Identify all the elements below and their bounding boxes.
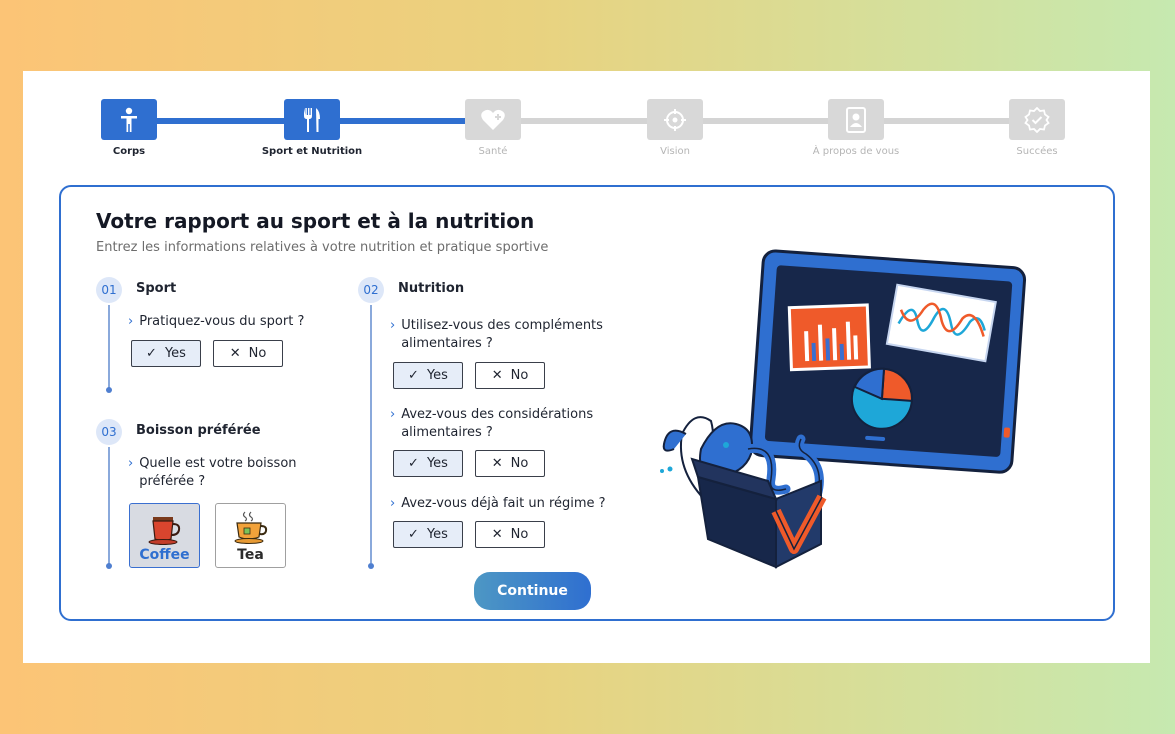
drink-option-coffee[interactable]: Coffee: [129, 503, 200, 568]
section-drink: 03 Boisson préférée › Quelle est votre bo…: [96, 419, 316, 574]
question-sport: › Pratiquez-vous du sport ?: [128, 314, 305, 329]
section-number: 02: [358, 277, 384, 303]
heart-plus-icon: [465, 99, 521, 140]
section-line-end: [106, 563, 112, 569]
form-panel: Votre rapport au sport et à la nutrition…: [59, 185, 1115, 621]
step-sport-nutrition[interactable]: Sport et Nutrition: [242, 99, 382, 157]
section-nutrition: 02 Nutrition › Utilisez-vous des compléme…: [358, 277, 648, 577]
question-diet: › Avez-vous déjà fait un régime ?: [390, 496, 606, 511]
continue-button[interactable]: Continue: [474, 572, 591, 610]
progress-stepper: Corps Sport et Nutrition Santé Vision À: [23, 71, 1150, 181]
chevron-right-icon: ›: [390, 407, 396, 422]
page-subtitle: Entrez les informations relatives à votr…: [96, 240, 549, 255]
section-number: 01: [96, 277, 122, 303]
step-label: Sport et Nutrition: [261, 146, 363, 157]
section-line-end: [106, 387, 112, 393]
tea-cup-icon: [234, 511, 267, 544]
check-badge-icon: [1009, 99, 1065, 140]
drink-option-label: Tea: [237, 547, 264, 563]
coffee-cup-icon: [148, 517, 180, 545]
step-corps[interactable]: Corps: [59, 99, 199, 157]
target-icon: [647, 99, 703, 140]
supplements-no-button[interactable]: ✕ No: [475, 362, 545, 389]
section-title: Nutrition: [398, 281, 465, 296]
section-title: Sport: [136, 281, 177, 296]
sport-yes-button[interactable]: ✓ Yes: [131, 340, 201, 367]
step-label: À propos de vous: [812, 146, 900, 157]
page-title: Votre rapport au sport et à la nutrition: [96, 209, 535, 233]
question-supplements: › Utilisez-vous des compléments alimentair…: [390, 318, 603, 351]
person-icon: [101, 99, 157, 140]
dashboard-illustration: [660, 249, 1027, 569]
step-label: Corps: [112, 146, 146, 157]
section-sport: 01 Sport › Pratiquez-vous du sport ? ✓ Yes…: [96, 277, 316, 397]
chevron-right-icon: ›: [128, 456, 134, 471]
check-icon: ✓: [408, 527, 419, 542]
step-label: Santé: [478, 146, 508, 157]
chevron-right-icon: ›: [390, 318, 396, 333]
dietary-no-button[interactable]: ✕ No: [475, 450, 545, 477]
supplements-yes-button[interactable]: ✓ Yes: [393, 362, 463, 389]
dietary-yes-button[interactable]: ✓ Yes: [393, 450, 463, 477]
check-icon: ✓: [408, 368, 419, 383]
section-number: 03: [96, 419, 122, 445]
section-line-end: [368, 563, 374, 569]
x-icon: ✕: [491, 527, 503, 542]
step-succees[interactable]: Succées: [967, 99, 1107, 157]
check-icon: ✓: [146, 346, 157, 361]
step-vision[interactable]: Vision: [605, 99, 745, 157]
section-title: Boisson préférée: [136, 423, 261, 438]
profile-document-icon: [828, 99, 884, 140]
check-icon: ✓: [408, 456, 419, 471]
sport-no-button[interactable]: ✕ No: [213, 340, 283, 367]
section-line: [370, 305, 372, 563]
chevron-right-icon: ›: [128, 314, 134, 329]
section-line: [108, 305, 110, 389]
fork-knife-icon: [284, 99, 340, 140]
x-icon: ✕: [491, 368, 503, 383]
question-dietary: › Avez-vous des considérations alimentaire…: [390, 407, 594, 440]
x-icon: ✕: [491, 456, 503, 471]
question-drink: › Quelle est votre boisson préférée ?: [128, 456, 297, 489]
drink-option-label: Coffee: [139, 547, 190, 563]
chevron-right-icon: ›: [390, 496, 396, 511]
diet-no-button[interactable]: ✕ No: [475, 521, 545, 548]
drink-option-tea[interactable]: Tea: [215, 503, 286, 568]
x-icon: ✕: [229, 346, 241, 361]
step-sante[interactable]: Santé: [423, 99, 563, 157]
onboarding-card: Corps Sport et Nutrition Santé Vision À: [23, 71, 1150, 663]
step-label: Succées: [1016, 146, 1058, 157]
section-line: [108, 447, 110, 565]
step-a-propos[interactable]: À propos de vous: [786, 99, 926, 157]
diet-yes-button[interactable]: ✓ Yes: [393, 521, 463, 548]
step-label: Vision: [660, 146, 690, 157]
